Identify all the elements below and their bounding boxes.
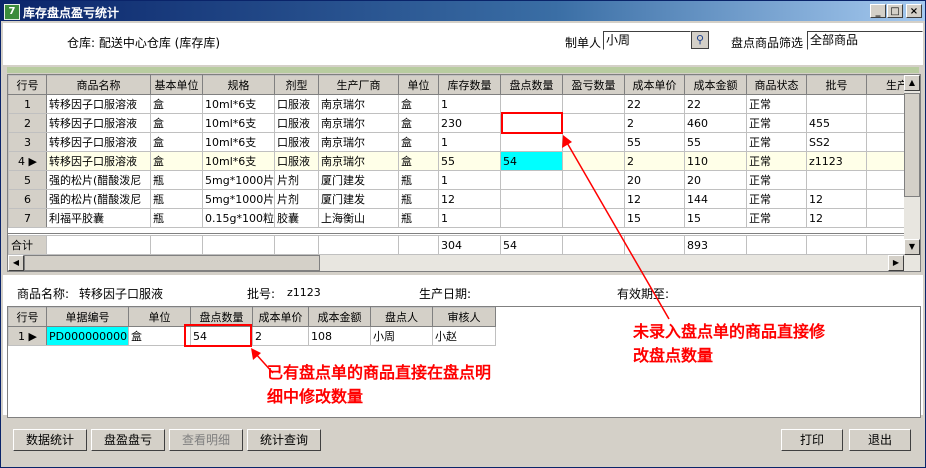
annotation-note-2: 已有盘点单的商品直接在盘点明 细中修改数量	[267, 361, 491, 409]
annotation-note-1: 未录入盘点单的商品直接修 改盘点数量	[633, 320, 825, 368]
main-window: 7 库存盘点盈亏统计 _ □ × 仓库: 配送中心仓库 (库存库) 制单人 小周…	[0, 0, 926, 468]
data-stats-button[interactable]: 数据统计	[13, 429, 87, 451]
stats-query-button[interactable]: 统计查询	[247, 429, 321, 451]
annotation-note-1-line2: 改盘点数量	[633, 346, 714, 365]
print-button[interactable]: 打印	[781, 429, 843, 451]
profit-loss-button[interactable]: 盘盈盘亏	[91, 429, 165, 451]
annotation-note-2-line2: 细中修改数量	[267, 387, 364, 406]
annotation-note-1-line1: 未录入盘点单的商品直接修	[633, 322, 826, 341]
annotation-note-2-line1: 已有盘点单的商品直接在盘点明	[267, 363, 492, 382]
exit-button[interactable]: 退出	[849, 429, 911, 451]
view-detail-button[interactable]: 查看明细	[169, 429, 243, 451]
